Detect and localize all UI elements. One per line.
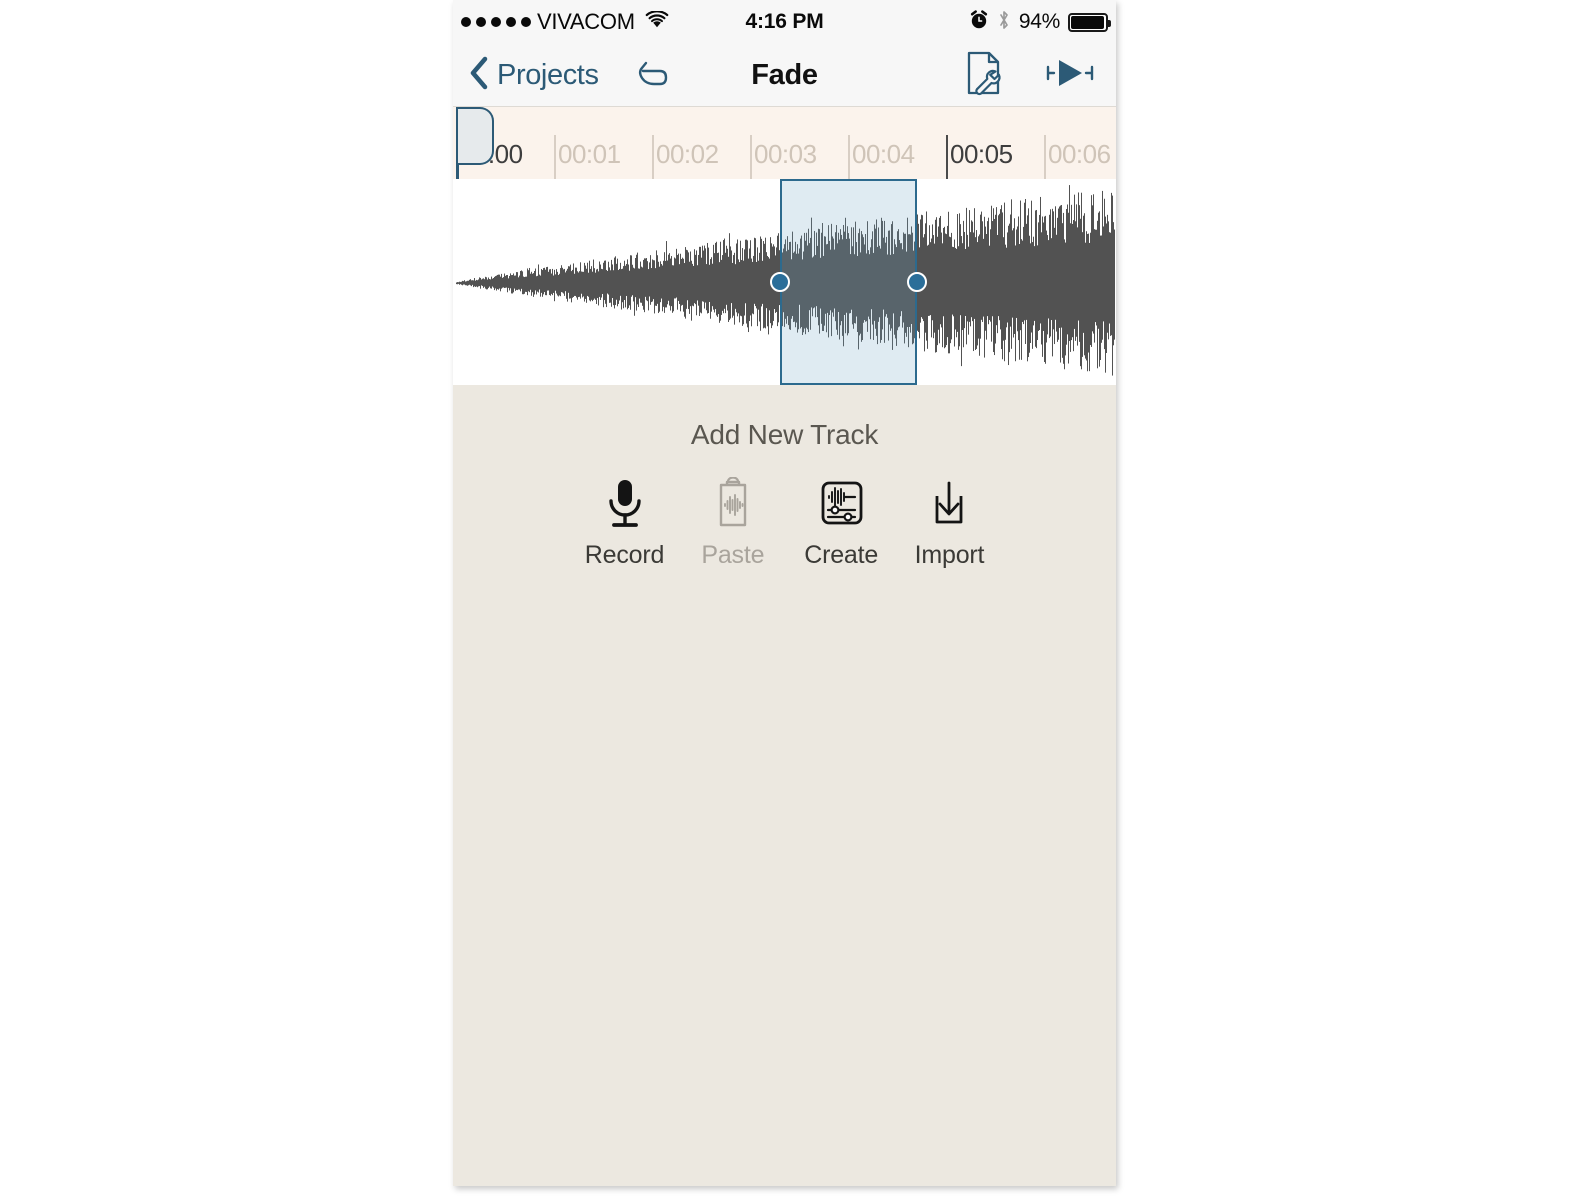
ruler-tick-label: 00:06 [1048, 139, 1111, 169]
selection-handle-right[interactable] [907, 272, 927, 292]
preview-play-button[interactable] [1044, 44, 1096, 106]
status-bar-right: 94% [969, 0, 1111, 44]
playhead-handle[interactable] [458, 107, 494, 165]
back-button-label: Projects [497, 58, 599, 91]
import-button[interactable]: Import [902, 477, 997, 570]
paste-button[interactable]: Paste [685, 477, 780, 570]
chevron-left-icon [469, 56, 489, 95]
mixer-sliders-icon [815, 477, 867, 531]
play-markers-icon [1044, 57, 1096, 94]
timeline-ruler[interactable]: 00:0000:0100:0200:0300:0400:0500:06 [453, 107, 1116, 179]
import-label: Import [914, 541, 985, 569]
ruler-tick [1044, 135, 1046, 179]
back-to-projects-button[interactable]: Projects [469, 44, 599, 106]
record-label: Record [584, 541, 665, 569]
record-button[interactable]: Record [577, 477, 672, 570]
ruler-tick [848, 135, 850, 179]
bluetooth-icon [997, 9, 1011, 36]
selection-handle-left[interactable] [770, 272, 790, 292]
alarm-clock-icon [969, 9, 989, 35]
create-label: Create [804, 541, 879, 569]
phone-screen: VIVACOM 4:16 PM 94% Projects Fade 00:01 … [453, 0, 1116, 1186]
undo-arrow-icon [633, 53, 673, 98]
battery-icon [1068, 12, 1111, 32]
undo-button[interactable] [633, 44, 673, 106]
ruler-tick-label: 00:01 [558, 139, 621, 169]
create-button[interactable]: Create [794, 477, 889, 570]
ruler-tick-label: 00:04 [852, 139, 915, 169]
microphone-icon [601, 477, 649, 531]
ruler-tick [554, 135, 556, 179]
download-tray-icon [925, 477, 973, 531]
ruler-tick-label: 00:05 [950, 139, 1013, 169]
ruler-tick-label: 00:02 [656, 139, 719, 169]
ruler-tick [946, 135, 948, 179]
paste-label: Paste [701, 541, 765, 569]
add-new-track-title: Add New Track [690, 419, 879, 450]
waveform-track[interactable] [453, 179, 1116, 385]
status-bar: VIVACOM 4:16 PM 94% [453, 0, 1116, 44]
ruler-tick-label: 00:03 [754, 139, 817, 169]
ruler-tick [652, 135, 654, 179]
ruler-tick [750, 135, 752, 179]
document-wrench-icon [962, 49, 1006, 102]
status-bar-clock: 4:16 PM [745, 10, 824, 33]
add-track-actions: Record Paste Create Import [577, 477, 997, 570]
battery-percent-label: 94% [1018, 10, 1060, 33]
navigation-bar: Projects Fade [453, 44, 1116, 107]
clipboard-waveform-icon [709, 477, 757, 531]
add-new-track-panel: Add New Track Record Paste Create Import [453, 385, 1116, 1186]
document-settings-button[interactable] [962, 44, 1006, 106]
